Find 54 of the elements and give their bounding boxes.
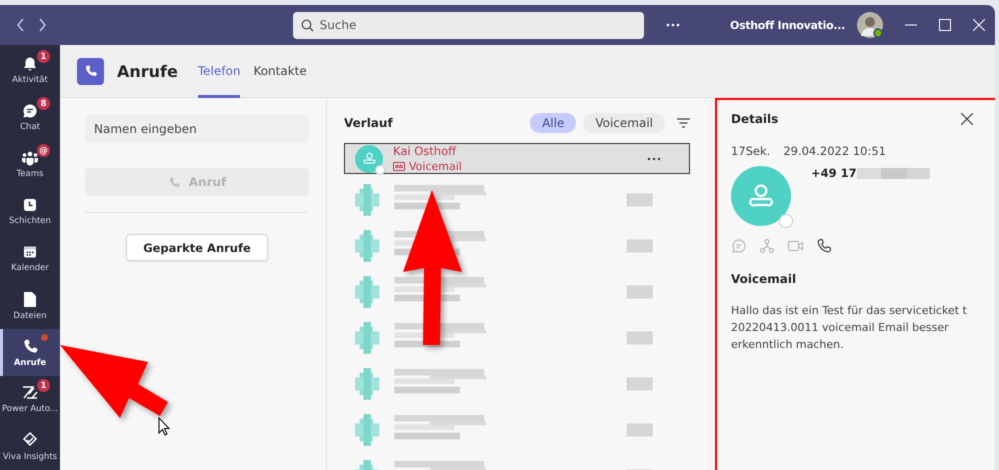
section-title: Verlauf [344,116,394,130]
app-bar-item[interactable]: Anrufe [0,329,60,376]
phone-number: +49 17 [811,166,857,180]
phone-icon [22,338,38,354]
user-avatar[interactable] [857,12,883,38]
app-bar-item[interactable]: Aktivität 1 [0,47,60,94]
call-type: Voicemail [393,160,647,173]
app-bar-item[interactable]: Power Auto... 1 [0,376,60,423]
search-field[interactable]: Suche [292,12,644,38]
people-icon [21,150,39,166]
search-icon [300,18,314,32]
notification-badge: 1 [37,379,50,392]
page-title: Anrufe [117,62,178,80]
more-icon[interactable] [647,156,661,160]
calendar-icon [22,244,38,260]
status-ring [375,164,385,174]
tab[interactable]: Kontakte [253,44,307,98]
name-field[interactable]: Namen eingeben [85,115,309,143]
mouse-cursor-icon [158,416,170,436]
contact-name: Kai Osthoff [393,144,458,158]
section-title: Voicemail [731,272,798,286]
file-icon [23,290,37,308]
app-bar-item[interactable]: Chat 8 [0,94,60,141]
notification-badge: 1 [37,50,50,63]
filter-pill[interactable]: Alle [530,113,576,133]
phone-icon [168,176,181,188]
chat-icon [22,103,38,119]
organization-name[interactable]: Osthoff Innovatio... [730,18,845,32]
status-ring [779,214,793,228]
phone-icon[interactable] [816,238,832,254]
person-icon [362,151,376,166]
app-bar-item[interactable]: Teams @ [0,141,60,188]
panel-title: Details [731,112,778,126]
call-date-time: 29.04.2022 10:51 [783,144,886,158]
app-bar-item[interactable]: Viva Insights [0,423,60,470]
close-icon[interactable] [961,113,973,125]
app-bar-item[interactable]: Kalender [0,235,60,282]
voicemail-icon [393,162,405,171]
phone-icon [84,64,98,78]
voicemail-transcript: Hallo das ist ein Test für das serviceticket t 20220413.0011 voicemail Email besser erkenntlich machen. [731,303,968,353]
filter-icon[interactable] [677,118,690,128]
flow-icon [21,385,39,401]
notification-badge: 8 [37,97,50,110]
parked-calls-button[interactable]: Geparkte Anrufe [126,234,268,261]
clock-icon [22,197,38,213]
bell-icon [22,56,38,72]
maximize-icon[interactable] [939,19,951,31]
notification-badge: @ [37,144,50,157]
more-icon[interactable] [666,23,680,27]
filter-pill[interactable]: Voicemail [583,113,665,133]
call-duration: 17Sek. [731,144,770,158]
app-bar-item[interactable]: Dateien [0,282,60,329]
call-history-row[interactable]: Kai Osthoff Voicemail [344,143,690,174]
app-bar-item[interactable]: Schichten [0,188,60,235]
